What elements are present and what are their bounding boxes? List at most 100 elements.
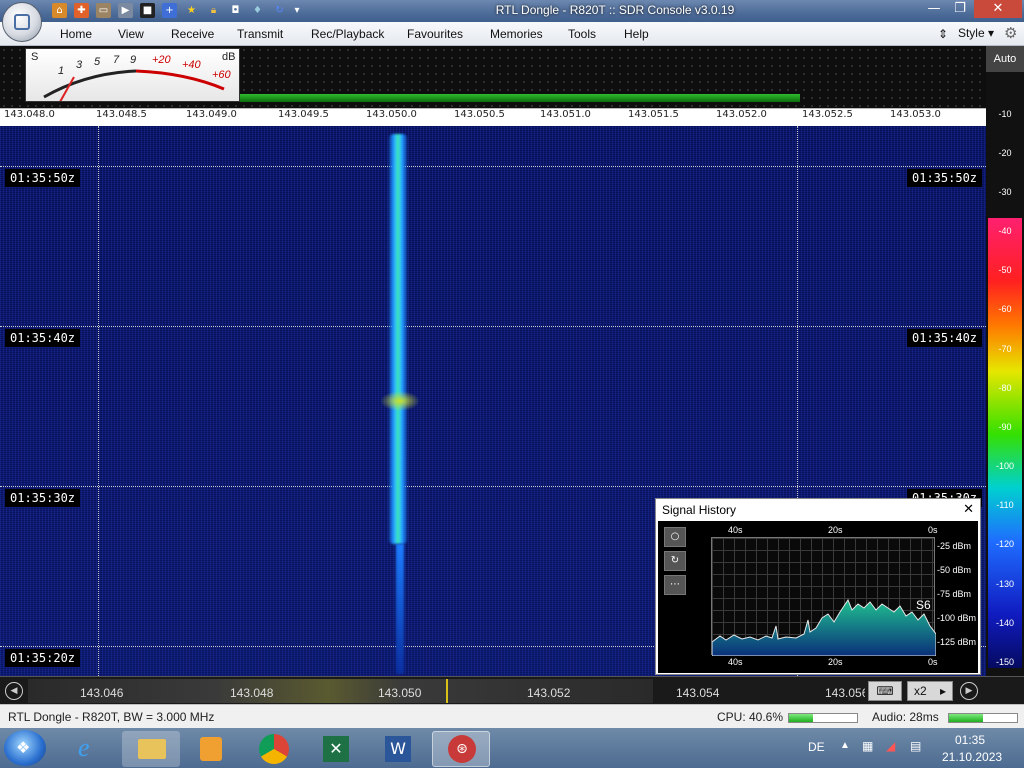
signal-history-title: Signal History (662, 503, 737, 517)
more-icon[interactable]: ⋯ (664, 575, 686, 595)
excel-icon[interactable]: ✕ (306, 731, 364, 767)
freq-tick: 143.051.0 (540, 109, 591, 120)
style-menu[interactable]: Style ▾ (958, 26, 994, 40)
record-icon[interactable]: ○ (664, 527, 686, 547)
tuning-bar[interactable]: ◀ 143.046 143.048 143.050 143.052 143.05… (0, 676, 1024, 704)
audio-meter-fill (949, 714, 983, 722)
lifebuoy-icon[interactable]: ✚ (74, 3, 89, 18)
freq-tick: 143.048.5 (96, 109, 147, 120)
time-label: 01:35:20z (5, 649, 81, 667)
tuning-marker[interactable] (446, 679, 448, 703)
tab-transmit[interactable]: Transmit (237, 27, 283, 41)
chevron-right-icon: ▸ (940, 684, 947, 698)
zoom-button[interactable]: x2 ▸ (907, 681, 953, 701)
time-axis-label: 0s (928, 657, 938, 667)
camera-icon[interactable]: ◘ (228, 3, 243, 18)
scale-label: -90 (998, 422, 1012, 432)
level-scale[interactable]: -10 -20 -30 -40 -50 -60 -70 -80 -90 -100… (986, 72, 1024, 676)
network-icon[interactable]: ▦ (862, 739, 873, 753)
lock-icon[interactable]: 🔒︎ (206, 3, 221, 18)
freq-tick: 143.051.5 (628, 109, 679, 120)
media-player-icon[interactable] (182, 731, 240, 767)
app-menu-orb[interactable] (2, 2, 42, 42)
frequency-axis[interactable]: 143.048.0 143.048.5 143.049.0 143.049.5 … (0, 108, 986, 121)
close-button[interactable]: ✕ (974, 0, 1022, 18)
tab-home[interactable]: Home (60, 27, 92, 41)
time-axis-label: 0s (928, 525, 938, 535)
auto-scale-button[interactable]: Auto (986, 46, 1024, 72)
gear-icon[interactable]: ⚙ (1004, 24, 1017, 42)
refresh-icon[interactable]: ↻ (272, 3, 287, 18)
ribbon-tabs: Home View Receive Transmit Rec/Playback … (0, 22, 1024, 46)
play-icon[interactable]: ▶ (118, 3, 133, 18)
time-axis-label: 20s (828, 525, 843, 535)
cpu-meter (788, 713, 858, 723)
s-value: S6 (916, 598, 931, 612)
scroll-right-icon[interactable]: ▶ (960, 682, 978, 700)
zoom-label: x2 (914, 684, 927, 698)
window-title: RTL Dongle - R820T :: SDR Console v3.0.1… (495, 3, 735, 17)
file-explorer-icon[interactable] (122, 731, 180, 767)
minimize-button[interactable]: — (922, 0, 946, 18)
time-axis-label: 20s (828, 657, 843, 667)
scale-label: -140 (995, 618, 1014, 628)
scale-label: -110 (996, 500, 1014, 510)
reset-icon[interactable]: ↻ (664, 551, 686, 571)
freq-tick: 143.048.0 (4, 109, 55, 120)
scale-label: -10 (998, 109, 1012, 119)
tab-favourites[interactable]: Favourites (407, 27, 463, 41)
sdr-console-task[interactable]: ⊛ (432, 731, 490, 767)
title-bar: ⌂ ✚ ▭ ▶ ■ + ★ 🔒︎ ◘ ♦ ↻ ▾ RTL Dongle - R8… (0, 0, 1024, 22)
scroll-left-icon[interactable]: ◀ (5, 682, 23, 700)
dropdown-icon[interactable]: ▾ (292, 3, 302, 18)
scale-label: -70 (998, 344, 1012, 354)
drop-icon[interactable]: ♦ (250, 3, 265, 18)
maximize-button[interactable]: ❐ (948, 0, 972, 18)
tab-help[interactable]: Help (624, 27, 649, 41)
keyboard-button[interactable]: ⌨ (868, 681, 902, 701)
tab-rec-playback[interactable]: Rec/Playback (311, 27, 384, 41)
tuning-freq: 143.056 (825, 686, 865, 700)
updown-icon[interactable]: ⇕ (938, 27, 948, 41)
colour-gradient (988, 218, 1022, 668)
clock-date[interactable]: 21.10.2023 (942, 750, 1002, 764)
signal-history-plot: S6 (711, 537, 936, 656)
freq-tick: 143.050.5 (454, 109, 505, 120)
scale-label: -40 (998, 226, 1012, 236)
dbm-axis-label: -25 dBm (937, 541, 972, 551)
folder-icon[interactable]: ▭ (96, 3, 111, 18)
action-center-icon[interactable]: ▤ (910, 739, 921, 753)
tab-memories[interactable]: Memories (490, 27, 543, 41)
audio-meter (948, 713, 1018, 723)
signal-history-window[interactable]: Signal History ✕ ○ ↻ ⋯ 40s 20s 0s S6 -25… (655, 498, 981, 675)
start-button[interactable]: ❖ (4, 730, 46, 766)
tab-view[interactable]: View (118, 27, 144, 41)
status-bar: RTL Dongle - R820T, BW = 3.000 MHz CPU: … (0, 704, 1024, 728)
tuning-freq: 143.052 (527, 686, 571, 700)
dbm-axis-label: -50 dBm (937, 565, 972, 575)
clock-time[interactable]: 01:35 (955, 733, 985, 747)
chrome-icon[interactable] (244, 731, 302, 767)
tab-tools[interactable]: Tools (568, 27, 596, 41)
freq-tick: 143.050.0 (366, 109, 417, 120)
star-icon[interactable]: ★ (184, 3, 199, 18)
signal-history-body: ○ ↻ ⋯ 40s 20s 0s S6 -25 dBm -50 dBm -75 … (658, 521, 978, 673)
tuning-freq: 143.046 (80, 686, 124, 700)
home-icon[interactable]: ⌂ (52, 3, 67, 18)
windows-logo-icon: ❖ (16, 738, 31, 757)
add-icon[interactable]: + (162, 3, 177, 18)
device-status: RTL Dongle - R820T, BW = 3.000 MHz (8, 710, 215, 724)
dbm-axis-label: -75 dBm (937, 589, 972, 599)
internet-explorer-icon[interactable]: e (60, 731, 118, 767)
word-icon[interactable]: W (368, 731, 426, 767)
stop-icon[interactable]: ■ (140, 3, 155, 18)
signal-trace (388, 134, 408, 544)
volume-muted-icon[interactable]: ◢ (886, 739, 895, 753)
language-indicator[interactable]: DE (808, 740, 825, 754)
taskbar: ❖ e ✕ W ⊛ DE ▲ ▦ ◢ ▤ 01:35 21.10.2023 (0, 728, 1024, 768)
show-hidden-icons-icon[interactable]: ▲ (840, 740, 850, 751)
scale-label: -80 (998, 383, 1012, 393)
signal-history-close-button[interactable]: ✕ (963, 502, 974, 517)
tab-receive[interactable]: Receive (171, 27, 214, 41)
scale-label: -150 (995, 657, 1014, 667)
